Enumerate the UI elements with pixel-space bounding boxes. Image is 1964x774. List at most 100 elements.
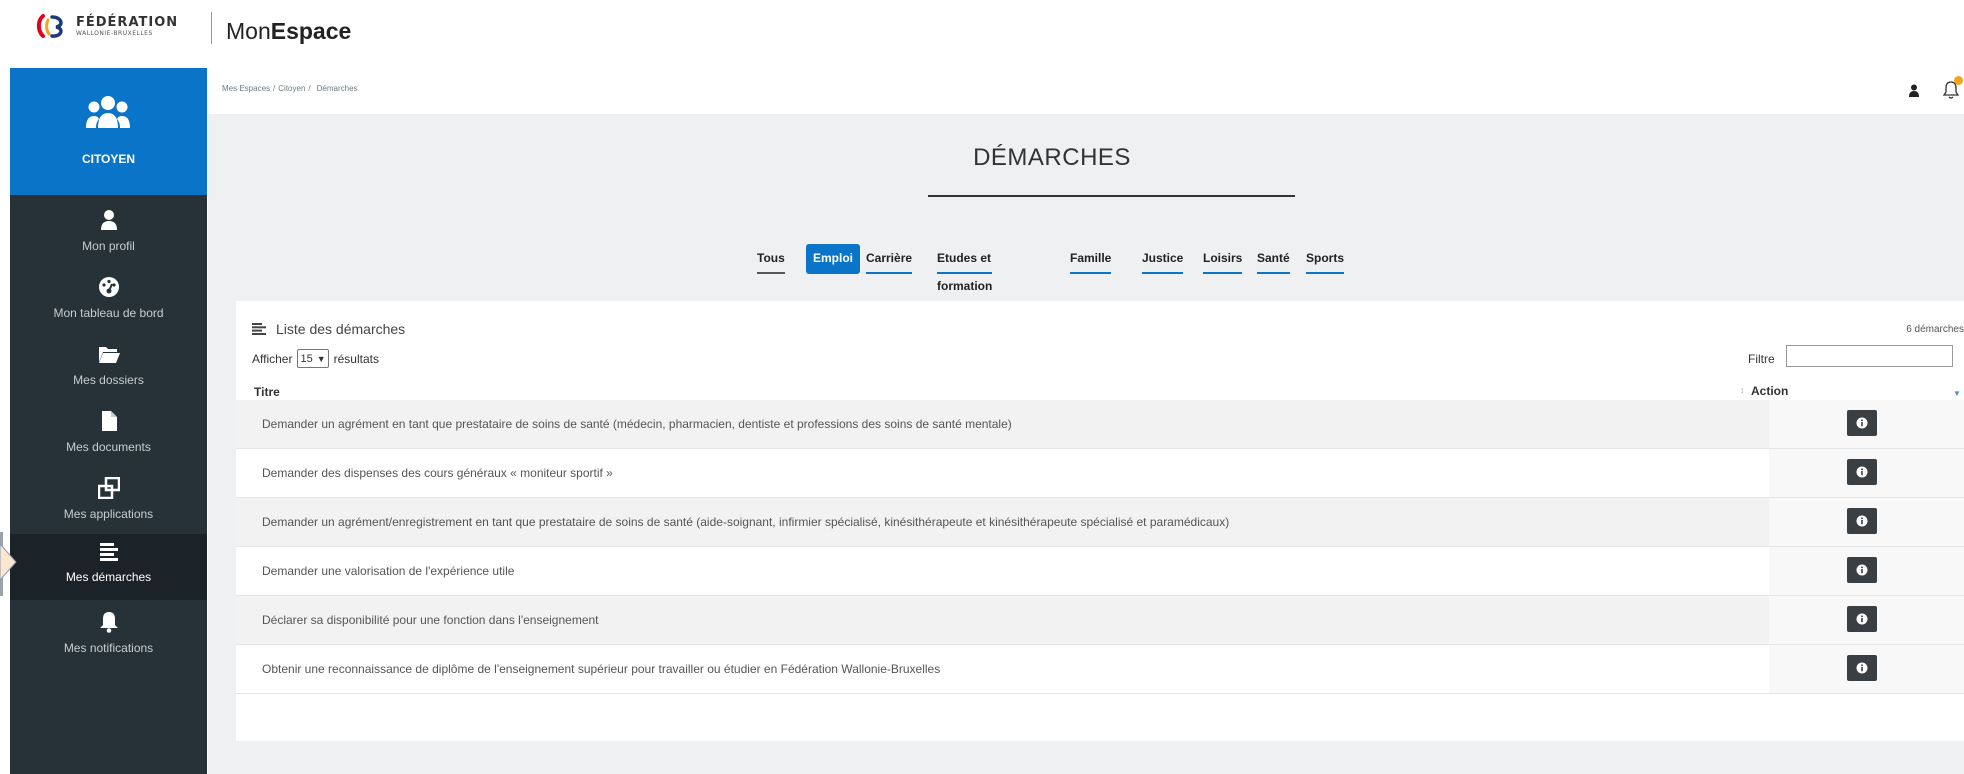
sidebar-item-label: Mon profil [82, 239, 135, 253]
info-button[interactable] [1847, 410, 1877, 436]
row-title[interactable]: Demander un agrément/enregistrement en t… [262, 515, 1229, 529]
sidebar: CITOYEN Mon profil Mon tableau de bord M… [10, 68, 207, 774]
fwb-logo[interactable]: FÉDÉRATION WALLONIE-BRUXELLES [34, 14, 178, 38]
breadcrumb-mes-espaces[interactable]: Mes Espaces [222, 84, 270, 93]
table-row[interactable]: Déclarer sa disponibilité pour une fonct… [236, 596, 1964, 645]
filter-famille[interactable]: Famille [1070, 244, 1112, 274]
sidebar-item-documents[interactable]: Mes documents [10, 404, 207, 470]
title-underline [928, 195, 1295, 197]
info-icon [1856, 466, 1868, 478]
sidebar-item-folders[interactable]: Mes dossiers [10, 337, 207, 403]
action-cell [1769, 449, 1964, 497]
filter-label: Sports [1306, 251, 1345, 265]
filter-emploi[interactable]: Emploi [806, 244, 861, 274]
table-row[interactable]: Obtenir une reconnaissance de diplôme de… [236, 645, 1964, 694]
user-icon [101, 210, 117, 230]
filter-underline [1142, 272, 1184, 274]
filter-label: Famille [1070, 251, 1112, 265]
info-icon [1856, 515, 1868, 527]
table-row[interactable]: Demander des dispenses des cours générau… [236, 449, 1964, 498]
filter-underline [1257, 272, 1290, 274]
filter-label: Tous [757, 251, 785, 265]
info-button[interactable] [1847, 508, 1877, 534]
panel-title: Liste des démarches [276, 321, 406, 337]
table-row[interactable]: Demander un agrément/enregistrement en t… [236, 498, 1964, 547]
breadcrumb-bar: Mes Espaces / Citoyen / Démarches [208, 68, 1964, 114]
panel-header: Liste des démarches [252, 321, 405, 337]
applications-icon [98, 477, 120, 499]
app-title-prefix: Mon [226, 18, 271, 44]
filter-underline [866, 272, 913, 274]
page-length-control: Afficher 15 ▼ résultats [252, 349, 379, 368]
action-cell [1769, 596, 1964, 644]
notification-badge [1954, 76, 1963, 85]
filter-underline [1306, 272, 1345, 274]
sort-caret-icon[interactable]: ▼ [1953, 389, 1961, 398]
info-button[interactable] [1847, 459, 1877, 485]
show-prefix: Afficher [252, 351, 293, 366]
notification-bell[interactable] [1942, 76, 1964, 100]
page-title: DÉMARCHES [973, 144, 1131, 171]
sidebar-item-demarches[interactable]: Mes démarches [10, 534, 207, 600]
info-icon [1856, 564, 1868, 576]
table-row[interactable]: Demander un agrément en tant que prestat… [236, 400, 1964, 449]
filter-underline [937, 272, 993, 274]
filter-underline [1203, 272, 1243, 274]
sidebar-item-applications[interactable]: Mes applications [10, 471, 207, 537]
filter-etudes-formation[interactable]: Etudes et formation [937, 244, 993, 293]
app-title[interactable]: MonEspace [226, 18, 351, 45]
breadcrumb-current: Démarches [316, 84, 358, 93]
filter-carriere[interactable]: Carrière [866, 244, 913, 274]
sidebar-item-notifications[interactable]: Mes notifications [10, 605, 207, 671]
page-length-select[interactable]: 15 ▼ [297, 349, 329, 368]
table-row[interactable]: Demander une valorisation de l'expérienc… [236, 547, 1964, 596]
filter-justice[interactable]: Justice [1142, 244, 1184, 274]
sidebar-item-dashboard[interactable]: Mon tableau de bord [10, 270, 207, 336]
top-header: FÉDÉRATION WALLONIE-BRUXELLES MonEspace [0, 0, 1964, 68]
sort-icon[interactable]: ↕ [1740, 385, 1745, 395]
space-label: CITOYEN [81, 152, 136, 166]
main-content: Mes Espaces / Citoyen / Démarches DÉMARCHES … [208, 68, 1964, 774]
list-icon [100, 543, 118, 561]
action-cell [1769, 645, 1964, 693]
chevron-down-icon: ▼ [316, 353, 326, 364]
sidebar-item-label: Mes dossiers [73, 373, 144, 387]
app-title-suffix: Espace [270, 18, 352, 44]
sidebar-item-profile[interactable]: Mon profil [10, 203, 207, 269]
info-icon [1856, 662, 1868, 674]
document-icon [102, 411, 117, 431]
page-length-value: 15 [300, 352, 313, 365]
filter-label: Filtre [1748, 352, 1775, 366]
filter-input[interactable] [1786, 345, 1953, 367]
row-title[interactable]: Obtenir une reconnaissance de diplôme de… [262, 662, 940, 676]
row-title[interactable]: Demander un agrément en tant que prestat… [262, 417, 1012, 431]
column-header-action[interactable]: Action [1751, 384, 1788, 398]
column-header-title[interactable]: Titre [254, 385, 280, 399]
breadcrumb-separator: / [308, 84, 311, 93]
filter-label: Carrière [866, 251, 913, 265]
filter-label: Justice [1142, 251, 1184, 265]
breadcrumb-citoyen[interactable]: Citoyen [278, 84, 305, 93]
header-separator [211, 12, 212, 44]
info-button[interactable] [1847, 557, 1877, 583]
dashboard-icon [99, 277, 119, 297]
bell-icon [100, 612, 118, 633]
folder-icon [99, 347, 120, 363]
info-button[interactable] [1847, 655, 1877, 681]
filter-sports[interactable]: Sports [1306, 244, 1345, 274]
sidebar-item-label: Mes notifications [63, 641, 154, 655]
row-title[interactable]: Demander des dispenses des cours générau… [262, 466, 613, 480]
filter-underline [757, 272, 785, 274]
row-title[interactable]: Demander une valorisation de l'expérienc… [262, 564, 514, 578]
user-menu-icon[interactable] [1908, 84, 1920, 97]
sidebar-item-label: Mon tableau de bord [53, 306, 164, 320]
action-cell [1769, 498, 1964, 546]
info-button[interactable] [1847, 606, 1877, 632]
filter-tous[interactable]: Tous [757, 244, 785, 274]
filter-sante[interactable]: Santé [1257, 244, 1290, 274]
space-header[interactable]: CITOYEN [10, 68, 207, 195]
filter-loisirs[interactable]: Loisirs [1203, 244, 1243, 274]
row-title[interactable]: Déclarer sa disponibilité pour une fonct… [262, 613, 599, 627]
fwb-logo-icon [36, 14, 63, 38]
show-suffix: résultats [333, 351, 379, 366]
